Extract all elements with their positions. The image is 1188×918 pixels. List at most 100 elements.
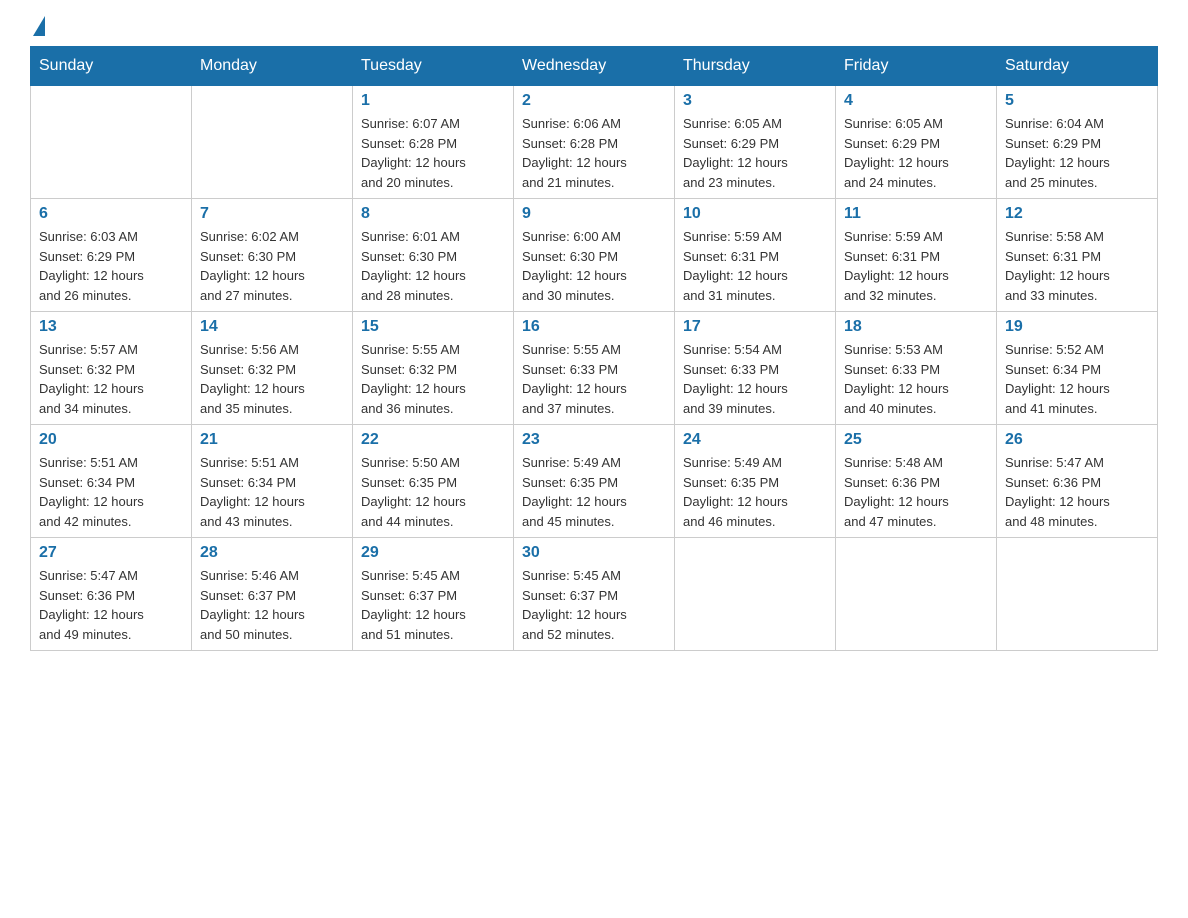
- day-number: 13: [39, 318, 183, 336]
- day-number: 10: [683, 205, 827, 223]
- day-number: 17: [683, 318, 827, 336]
- day-info: Sunrise: 5:57 AMSunset: 6:32 PMDaylight:…: [39, 340, 183, 418]
- calendar-cell: 10 Sunrise: 5:59 AMSunset: 6:31 PMDayligh…: [675, 199, 836, 312]
- day-number: 22: [361, 431, 505, 449]
- day-info: Sunrise: 6:03 AMSunset: 6:29 PMDaylight:…: [39, 227, 183, 305]
- weekday-header-friday: Friday: [836, 47, 997, 86]
- logo-triangle-icon: [33, 16, 45, 36]
- day-number: 14: [200, 318, 344, 336]
- day-info: Sunrise: 5:49 AMSunset: 6:35 PMDaylight:…: [522, 453, 666, 531]
- calendar-cell: 16 Sunrise: 5:55 AMSunset: 6:33 PMDayligh…: [514, 312, 675, 425]
- day-number: 24: [683, 431, 827, 449]
- calendar-cell: 3 Sunrise: 6:05 AMSunset: 6:29 PMDaylight…: [675, 86, 836, 199]
- calendar-cell: 4 Sunrise: 6:05 AMSunset: 6:29 PMDaylight…: [836, 86, 997, 199]
- calendar-cell: 11 Sunrise: 5:59 AMSunset: 6:31 PMDayligh…: [836, 199, 997, 312]
- day-info: Sunrise: 5:49 AMSunset: 6:35 PMDaylight:…: [683, 453, 827, 531]
- day-number: 20: [39, 431, 183, 449]
- calendar-cell: 9 Sunrise: 6:00 AMSunset: 6:30 PMDaylight…: [514, 199, 675, 312]
- day-number: 21: [200, 431, 344, 449]
- day-number: 18: [844, 318, 988, 336]
- calendar-cell: 24 Sunrise: 5:49 AMSunset: 6:35 PMDayligh…: [675, 425, 836, 538]
- calendar-cell: 14 Sunrise: 5:56 AMSunset: 6:32 PMDayligh…: [192, 312, 353, 425]
- page-header: [30, 20, 1158, 36]
- weekday-header-monday: Monday: [192, 47, 353, 86]
- day-number: 27: [39, 544, 183, 562]
- calendar-cell: 30 Sunrise: 5:45 AMSunset: 6:37 PMDayligh…: [514, 538, 675, 651]
- calendar-cell: [31, 86, 192, 199]
- day-info: Sunrise: 5:45 AMSunset: 6:37 PMDaylight:…: [522, 566, 666, 644]
- day-info: Sunrise: 6:05 AMSunset: 6:29 PMDaylight:…: [844, 114, 988, 192]
- day-number: 15: [361, 318, 505, 336]
- day-info: Sunrise: 6:00 AMSunset: 6:30 PMDaylight:…: [522, 227, 666, 305]
- week-row-5: 27 Sunrise: 5:47 AMSunset: 6:36 PMDayligh…: [31, 538, 1158, 651]
- weekday-header-sunday: Sunday: [31, 47, 192, 86]
- day-info: Sunrise: 5:54 AMSunset: 6:33 PMDaylight:…: [683, 340, 827, 418]
- day-number: 28: [200, 544, 344, 562]
- calendar-cell: 22 Sunrise: 5:50 AMSunset: 6:35 PMDayligh…: [353, 425, 514, 538]
- day-info: Sunrise: 5:51 AMSunset: 6:34 PMDaylight:…: [200, 453, 344, 531]
- weekday-header-tuesday: Tuesday: [353, 47, 514, 86]
- calendar-cell: [836, 538, 997, 651]
- day-number: 30: [522, 544, 666, 562]
- day-info: Sunrise: 5:59 AMSunset: 6:31 PMDaylight:…: [683, 227, 827, 305]
- day-number: 19: [1005, 318, 1149, 336]
- calendar-cell: [192, 86, 353, 199]
- day-number: 5: [1005, 92, 1149, 110]
- day-info: Sunrise: 5:47 AMSunset: 6:36 PMDaylight:…: [39, 566, 183, 644]
- day-info: Sunrise: 6:04 AMSunset: 6:29 PMDaylight:…: [1005, 114, 1149, 192]
- day-info: Sunrise: 5:50 AMSunset: 6:35 PMDaylight:…: [361, 453, 505, 531]
- day-info: Sunrise: 5:59 AMSunset: 6:31 PMDaylight:…: [844, 227, 988, 305]
- week-row-2: 6Sunrise: 6:03 AMSunset: 6:29 PMDaylight…: [31, 199, 1158, 312]
- calendar-cell: 5 Sunrise: 6:04 AMSunset: 6:29 PMDaylight…: [997, 86, 1158, 199]
- calendar-cell: 19 Sunrise: 5:52 AMSunset: 6:34 PMDayligh…: [997, 312, 1158, 425]
- day-number: 4: [844, 92, 988, 110]
- day-info: Sunrise: 5:55 AMSunset: 6:32 PMDaylight:…: [361, 340, 505, 418]
- day-info: Sunrise: 5:52 AMSunset: 6:34 PMDaylight:…: [1005, 340, 1149, 418]
- day-number: 16: [522, 318, 666, 336]
- day-number: 29: [361, 544, 505, 562]
- calendar-cell: 15 Sunrise: 5:55 AMSunset: 6:32 PMDayligh…: [353, 312, 514, 425]
- calendar-cell: [997, 538, 1158, 651]
- calendar-header-row: SundayMondayTuesdayWednesdayThursdayFrid…: [31, 47, 1158, 86]
- day-info: Sunrise: 6:02 AMSunset: 6:30 PMDaylight:…: [200, 227, 344, 305]
- day-number: 8: [361, 205, 505, 223]
- day-info: Sunrise: 5:58 AMSunset: 6:31 PMDaylight:…: [1005, 227, 1149, 305]
- calendar-cell: 23 Sunrise: 5:49 AMSunset: 6:35 PMDayligh…: [514, 425, 675, 538]
- day-number: 25: [844, 431, 988, 449]
- day-info: Sunrise: 6:07 AMSunset: 6:28 PMDaylight:…: [361, 114, 505, 192]
- calendar-cell: 21 Sunrise: 5:51 AMSunset: 6:34 PMDayligh…: [192, 425, 353, 538]
- day-number: 11: [844, 205, 988, 223]
- logo: [30, 20, 47, 36]
- calendar-cell: 6Sunrise: 6:03 AMSunset: 6:29 PMDaylight…: [31, 199, 192, 312]
- day-info: Sunrise: 5:51 AMSunset: 6:34 PMDaylight:…: [39, 453, 183, 531]
- calendar-cell: 2Sunrise: 6:06 AMSunset: 6:28 PMDaylight…: [514, 86, 675, 199]
- calendar-cell: 18 Sunrise: 5:53 AMSunset: 6:33 PMDayligh…: [836, 312, 997, 425]
- day-number: 26: [1005, 431, 1149, 449]
- calendar-cell: 27 Sunrise: 5:47 AMSunset: 6:36 PMDayligh…: [31, 538, 192, 651]
- calendar-cell: [675, 538, 836, 651]
- calendar-cell: 25Sunrise: 5:48 AMSunset: 6:36 PMDayligh…: [836, 425, 997, 538]
- day-number: 9: [522, 205, 666, 223]
- day-info: Sunrise: 6:05 AMSunset: 6:29 PMDaylight:…: [683, 114, 827, 192]
- weekday-header-thursday: Thursday: [675, 47, 836, 86]
- calendar-cell: 26Sunrise: 5:47 AMSunset: 6:36 PMDayligh…: [997, 425, 1158, 538]
- day-number: 2: [522, 92, 666, 110]
- calendar-cell: 29 Sunrise: 5:45 AMSunset: 6:37 PMDayligh…: [353, 538, 514, 651]
- calendar-cell: 8 Sunrise: 6:01 AMSunset: 6:30 PMDaylight…: [353, 199, 514, 312]
- calendar-table: SundayMondayTuesdayWednesdayThursdayFrid…: [30, 46, 1158, 651]
- day-info: Sunrise: 5:53 AMSunset: 6:33 PMDaylight:…: [844, 340, 988, 418]
- day-number: 3: [683, 92, 827, 110]
- day-number: 7: [200, 205, 344, 223]
- weekday-header-saturday: Saturday: [997, 47, 1158, 86]
- day-number: 1: [361, 92, 505, 110]
- week-row-4: 20 Sunrise: 5:51 AMSunset: 6:34 PMDayligh…: [31, 425, 1158, 538]
- day-info: Sunrise: 5:56 AMSunset: 6:32 PMDaylight:…: [200, 340, 344, 418]
- day-info: Sunrise: 6:01 AMSunset: 6:30 PMDaylight:…: [361, 227, 505, 305]
- day-number: 12: [1005, 205, 1149, 223]
- day-info: Sunrise: 5:45 AMSunset: 6:37 PMDaylight:…: [361, 566, 505, 644]
- calendar-cell: 13 Sunrise: 5:57 AMSunset: 6:32 PMDayligh…: [31, 312, 192, 425]
- day-info: Sunrise: 5:55 AMSunset: 6:33 PMDaylight:…: [522, 340, 666, 418]
- day-info: Sunrise: 5:46 AMSunset: 6:37 PMDaylight:…: [200, 566, 344, 644]
- calendar-body: 1 Sunrise: 6:07 AMSunset: 6:28 PMDaylight…: [31, 86, 1158, 651]
- day-number: 23: [522, 431, 666, 449]
